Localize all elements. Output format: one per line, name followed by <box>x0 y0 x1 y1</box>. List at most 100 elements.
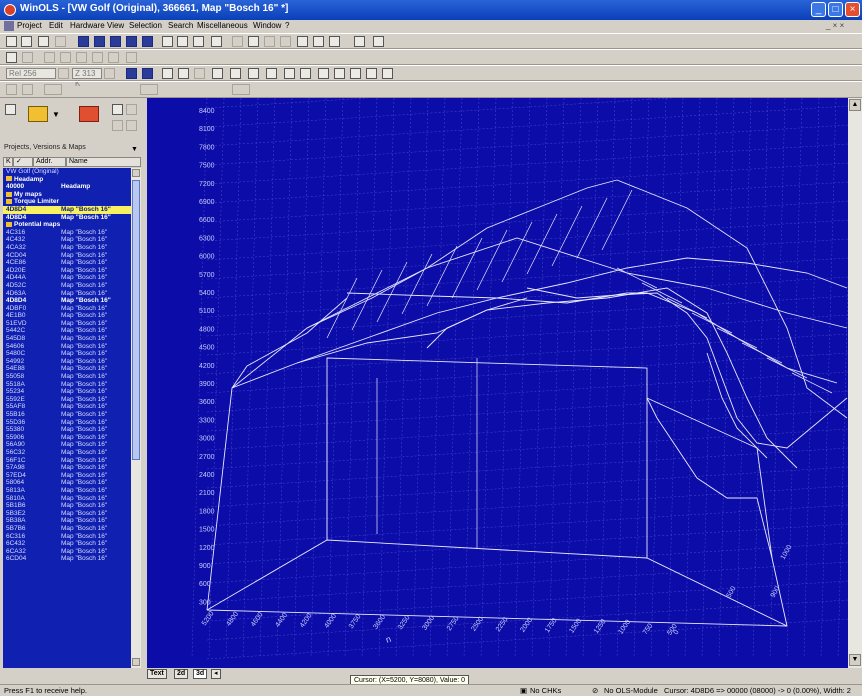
slider-a-icon[interactable] <box>44 84 62 95</box>
search-icon[interactable] <box>211 36 222 47</box>
save-icon[interactable] <box>193 36 204 47</box>
forward-icon[interactable] <box>280 36 291 47</box>
tree-row[interactable]: 5810A Map "Bosch 16" <box>3 495 131 503</box>
sign-icon[interactable] <box>300 68 311 79</box>
tree-row[interactable]: 4D63A Map "Bosch 16" <box>3 290 131 298</box>
tree-row[interactable]: 55234 Map "Bosch 16" <box>3 388 131 396</box>
maximize-button[interactable]: □ <box>828 2 843 17</box>
tree-row[interactable]: 56A90 Map "Bosch 16" <box>3 441 131 449</box>
graph-a-icon[interactable] <box>162 68 173 79</box>
tree-row[interactable]: 5B38A Map "Bosch 16" <box>3 517 131 525</box>
map-3d-view[interactable]: 8400 8100 7800 7500 7200 6900 6600 6300 6000 5700… <box>147 67 862 668</box>
tree-scrollbar[interactable] <box>131 168 141 668</box>
help-icon[interactable] <box>354 36 365 47</box>
combo-z[interactable]: Z 313 K <box>72 68 102 88</box>
refresh-icon[interactable] <box>264 36 275 47</box>
mdi-controls[interactable]: _ × × <box>826 21 844 30</box>
tree-row[interactable]: 4D8D4 Map "Bosch 16" <box>3 297 131 305</box>
import-icon[interactable] <box>79 106 99 122</box>
graph-b-icon[interactable] <box>178 68 189 79</box>
tool-e-icon[interactable] <box>108 52 119 63</box>
column-header-name[interactable]: Name <box>66 157 141 167</box>
tab-text[interactable]: Text <box>147 669 167 679</box>
tree-row[interactable]: 5442C Map "Bosch 16" <box>3 327 131 335</box>
menu-search[interactable]: Search <box>168 21 193 30</box>
tree-folder[interactable]: Potential maps <box>3 221 131 229</box>
minimize-button[interactable]: _ <box>811 2 826 17</box>
menu-selection[interactable]: Selection <box>129 21 162 30</box>
home-icon[interactable] <box>248 36 259 47</box>
map-tree[interactable]: VW Golf (Original) Headamp 40000 Headamp My … <box>3 168 131 668</box>
tree-row[interactable]: 40000 Headamp <box>3 183 131 191</box>
panel-dropdown-icon[interactable]: ▼ <box>131 146 138 153</box>
tree-row[interactable]: 5B7B6 Map "Bosch 16" <box>3 525 131 533</box>
graph-c-icon[interactable] <box>194 68 205 79</box>
tool-g-icon[interactable] <box>6 84 17 95</box>
tool-c-icon[interactable] <box>76 52 87 63</box>
menu-edit[interactable]: Edit <box>49 21 63 30</box>
columns-icon[interactable] <box>142 68 153 79</box>
tool-a-icon[interactable] <box>44 52 55 63</box>
tree-row[interactable]: 4C432 Map "Bosch 16" <box>3 236 131 244</box>
last-icon[interactable] <box>142 36 153 47</box>
hex-b-icon[interactable] <box>248 68 259 79</box>
tool-b-icon[interactable] <box>60 52 71 63</box>
window-icon[interactable] <box>297 36 308 47</box>
wand-icon[interactable] <box>112 104 123 115</box>
menu-window[interactable]: Window <box>253 21 281 30</box>
dropdown-arrow-icon[interactable]: ▼ <box>52 110 60 119</box>
table-icon[interactable] <box>126 68 137 79</box>
context-help-icon[interactable] <box>373 36 384 47</box>
tree-row[interactable]: 4E1B0 Map "Bosch 16" <box>3 312 131 320</box>
column-header-addr[interactable]: Addr. <box>33 157 66 167</box>
tree-row[interactable]: 54992 Map "Bosch 16" <box>3 358 131 366</box>
tree-row[interactable]: 57ED4 Map "Bosch 16" <box>3 472 131 480</box>
view-scroll-down-button[interactable]: ▼ <box>849 654 861 666</box>
tree-row[interactable]: 4D20E Map "Bosch 16" <box>3 267 131 275</box>
tab-2d[interactable]: 2d <box>174 669 189 679</box>
tree-row[interactable]: 54606 Map "Bosch 16" <box>3 343 131 351</box>
tree-folder[interactable]: My maps <box>3 191 131 199</box>
tree-row[interactable]: 4CA32 Map "Bosch 16" <box>3 244 131 252</box>
hex-c-icon[interactable] <box>266 68 277 79</box>
previous-icon[interactable] <box>94 36 105 47</box>
combo-rel[interactable]: Rel 256 <box>6 68 56 79</box>
scroll-thumb[interactable] <box>132 180 140 460</box>
tree-row[interactable]: 55058 Map "Bosch 16" <box>3 373 131 381</box>
print-icon[interactable] <box>21 36 32 47</box>
tree-row[interactable]: 6CA32 Map "Bosch 16" <box>3 548 131 556</box>
factor-icon[interactable] <box>350 68 361 79</box>
tree-row[interactable]: 6C316 Map "Bosch 16" <box>3 533 131 541</box>
tab-scroll-icon[interactable]: ◂ <box>211 669 221 679</box>
slider-b-icon[interactable] <box>140 84 158 95</box>
tree-row[interactable]: 5B3E2 Map "Bosch 16" <box>3 510 131 518</box>
map-icon[interactable] <box>329 36 340 47</box>
slider-c-icon[interactable] <box>232 84 250 95</box>
edit-map-icon[interactable] <box>126 120 137 131</box>
tree-row[interactable]: 55380 Map "Bosch 16" <box>3 426 131 434</box>
tree-row[interactable]: 5518A Map "Bosch 16" <box>3 381 131 389</box>
tree-row[interactable]: 51EVD Map "Bosch 16" <box>3 320 131 328</box>
menu-miscellaneous[interactable]: Miscellaneous <box>197 21 248 30</box>
open-folder-icon[interactable] <box>28 106 48 122</box>
hex-a-icon[interactable] <box>230 68 241 79</box>
tree-row[interactable]: 5B1B6 Map "Bosch 16" <box>3 502 131 510</box>
tree-row[interactable]: 545D8 Map "Bosch 16" <box>3 335 131 343</box>
tree-row[interactable]: 4D8D4 Map "Bosch 16" <box>3 205 131 214</box>
tree-row[interactable]: 54E88 Map "Bosch 16" <box>3 365 131 373</box>
tree-folder[interactable]: Headamp <box>3 176 131 184</box>
tree-row[interactable]: 57A98 Map "Bosch 16" <box>3 464 131 472</box>
menu-hardware[interactable]: Hardware <box>70 21 105 30</box>
tree-row[interactable]: 4D44A Map "Bosch 16" <box>3 274 131 282</box>
next-icon[interactable] <box>126 36 137 47</box>
tool-f-icon[interactable] <box>126 52 137 63</box>
back-icon[interactable] <box>232 36 243 47</box>
menu-view[interactable]: View <box>107 21 124 30</box>
column-header-k[interactable]: K <box>3 157 13 167</box>
column-header-check[interactable]: ✓ <box>13 157 33 167</box>
zoom-icon[interactable] <box>177 36 188 47</box>
paste-icon[interactable] <box>55 36 66 47</box>
lohi-icon[interactable] <box>284 68 295 79</box>
tree-row[interactable]: 55D36 Map "Bosch 16" <box>3 419 131 427</box>
grid-icon[interactable] <box>110 36 121 47</box>
